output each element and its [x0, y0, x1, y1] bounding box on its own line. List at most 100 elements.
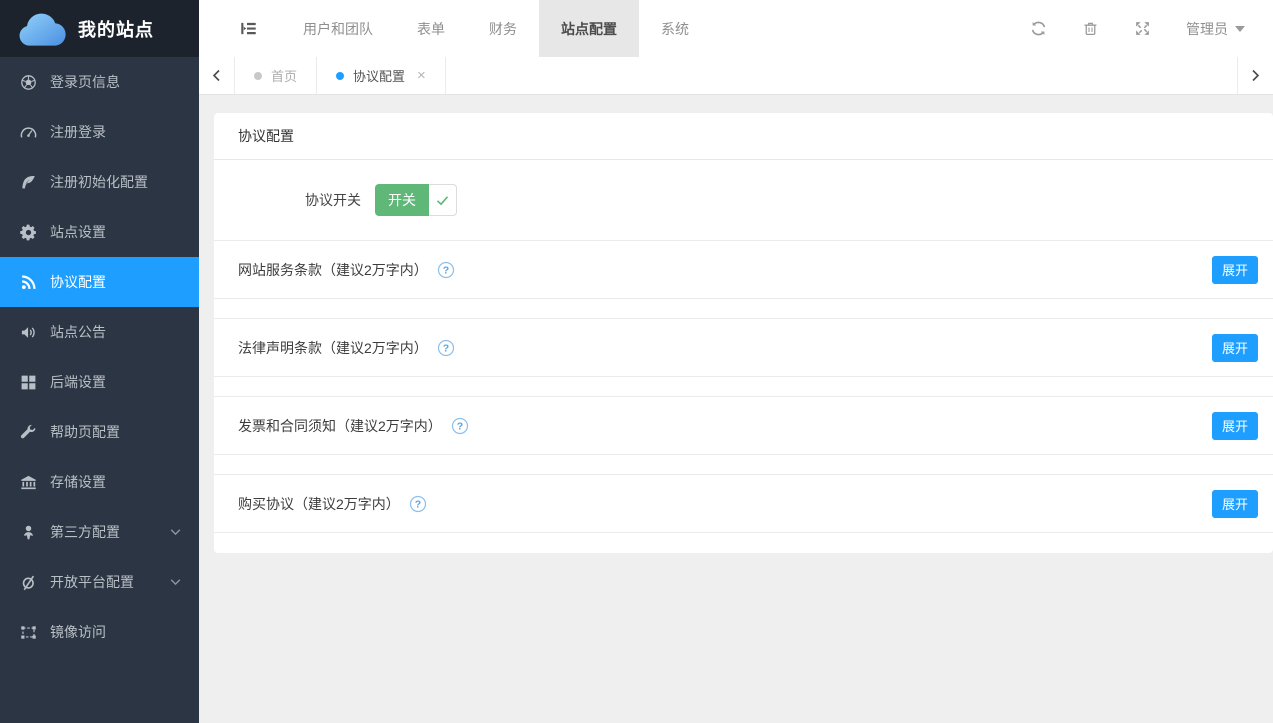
nav-item-label: 表单 [417, 19, 445, 39]
section-legal-statement: 法律声明条款（建议2万字内） ? 展开 [214, 319, 1273, 397]
sidebar-item-label: 注册初始化配置 [50, 172, 148, 192]
object-group-icon [20, 624, 37, 641]
collapsed-content [214, 377, 1273, 397]
sidebar-item-label: 协议配置 [50, 272, 106, 292]
svg-text:?: ? [415, 498, 421, 510]
tab-status-dot [254, 72, 262, 80]
card-title: 协议配置 [214, 113, 1273, 160]
sidebar-item-mirror-access[interactable]: 镜像访问 [0, 607, 199, 657]
sidebar-item-label: 存储设置 [50, 472, 106, 492]
section-row: 网站服务条款（建议2万字内） ? 展开 [214, 241, 1273, 299]
tab-label: 首页 [271, 66, 297, 85]
section-row: 购买协议（建议2万字内） ? 展开 [214, 475, 1273, 533]
user-name: 管理员 [1186, 19, 1228, 39]
refresh-icon[interactable] [1030, 20, 1047, 37]
svg-text:?: ? [443, 264, 449, 276]
tabs-scroll-left-button[interactable] [199, 57, 235, 94]
sidebar-item-label: 开放平台配置 [50, 572, 134, 592]
collapsed-content [214, 533, 1273, 553]
sidebar-item-label: 站点设置 [50, 222, 106, 242]
question-circle-icon[interactable]: ? [451, 417, 469, 435]
sidebar: 我的站点 登录页信息 [0, 0, 199, 723]
sidebar-item-help-page-config[interactable]: 帮助页配置 [0, 407, 199, 457]
protocol-switch-toggle[interactable]: 开关 [375, 184, 457, 216]
chevron-down-icon [170, 528, 181, 536]
sidebar-item-open-platform-config[interactable]: 开放平台配置 [0, 557, 199, 607]
collapsed-content [214, 299, 1273, 319]
switch-checked-box[interactable] [429, 184, 457, 216]
expand-button[interactable]: 展开 [1212, 412, 1258, 440]
sidebar-item-backend-settings[interactable]: 后端设置 [0, 357, 199, 407]
caret-down-icon [1235, 26, 1245, 32]
nav-item-label: 用户和团队 [303, 19, 373, 39]
expand-button[interactable]: 展开 [1212, 256, 1258, 284]
chevron-down-icon [170, 578, 181, 586]
sidebar-item-third-party-config[interactable]: 第三方配置 [0, 507, 199, 557]
question-circle-icon[interactable]: ? [409, 495, 427, 513]
protocol-switch-label: 协议开关 [214, 190, 361, 210]
wrench-icon [20, 424, 37, 441]
section-label: 购买协议（建议2万字内） [238, 494, 400, 514]
svg-text:?: ? [457, 420, 463, 432]
section-row: 法律声明条款（建议2万字内） ? 展开 [214, 319, 1273, 377]
question-circle-icon[interactable]: ? [437, 261, 455, 279]
sidebar-item-register-init-config[interactable]: 注册初始化配置 [0, 157, 199, 207]
sidebar-item-label: 注册登录 [50, 122, 106, 142]
sidebar-item-label: 站点公告 [50, 322, 106, 342]
tab-strip: 首页 协议配置 × [199, 57, 1273, 95]
nav-item-finance[interactable]: 财务 [467, 0, 539, 57]
bank-icon [20, 474, 37, 491]
tab-status-dot [336, 72, 344, 80]
sidebar-item-protocol-config[interactable]: 协议配置 [0, 257, 199, 307]
sidebar-item-site-announcement[interactable]: 站点公告 [0, 307, 199, 357]
nav-item-system[interactable]: 系统 [639, 0, 711, 57]
sidebar-item-label: 镜像访问 [50, 622, 106, 642]
app-root: 我的站点 登录页信息 [0, 0, 1273, 723]
sidebar-item-label: 帮助页配置 [50, 422, 120, 442]
section-label: 法律声明条款（建议2万字内） [238, 338, 428, 358]
rss-icon [20, 274, 37, 291]
nav-item-site-config[interactable]: 站点配置 [539, 0, 639, 57]
gear-icon [20, 224, 37, 241]
sidebar-item-label: 后端设置 [50, 372, 106, 392]
section-invoice-contract-notice: 发票和合同须知（建议2万字内） ? 展开 [214, 397, 1273, 475]
nav-item-label: 站点配置 [561, 19, 617, 39]
svg-text:?: ? [443, 342, 449, 354]
circle-slash-icon [20, 574, 37, 591]
sidebar-item-site-settings[interactable]: 站点设置 [0, 207, 199, 257]
nav-item-label: 系统 [661, 19, 689, 39]
content-area: 协议配置 协议开关 开关 网站服务条款（建议2万字内） [199, 95, 1273, 723]
close-icon[interactable]: × [417, 68, 426, 83]
top-bar: 用户和团队 表单 财务 站点配置 系统 [199, 0, 1273, 57]
nav-item-users-teams[interactable]: 用户和团队 [281, 0, 395, 57]
topbar-right: 管理员 [1030, 19, 1273, 39]
site-title: 我的站点 [78, 16, 154, 42]
nav-item-forms[interactable]: 表单 [395, 0, 467, 57]
tabs-scroll-right-button[interactable] [1237, 57, 1273, 94]
expand-button[interactable]: 展开 [1212, 334, 1258, 362]
tab-home[interactable]: 首页 [235, 57, 317, 94]
site-logo: 我的站点 [0, 0, 199, 57]
sidebar-item-storage-settings[interactable]: 存储设置 [0, 457, 199, 507]
sidebar-item-login-page-info[interactable]: 登录页信息 [0, 57, 199, 107]
cloud-logo-icon [16, 10, 68, 48]
speaker-icon [20, 324, 37, 341]
check-icon [436, 195, 449, 206]
section-label: 发票和合同须知（建议2万字内） [238, 416, 442, 436]
grid-icon [20, 374, 37, 391]
nav-item-label: 财务 [489, 19, 517, 39]
tab-protocol-config[interactable]: 协议配置 × [317, 57, 446, 94]
expand-button[interactable]: 展开 [1212, 490, 1258, 518]
switch-on-button[interactable]: 开关 [375, 184, 429, 216]
gauge-icon [20, 124, 37, 141]
user-menu[interactable]: 管理员 [1186, 19, 1245, 39]
section-website-terms: 网站服务条款（建议2万字内） ? 展开 [214, 241, 1273, 319]
football-icon [20, 74, 37, 91]
person-icon [20, 524, 37, 541]
question-circle-icon[interactable]: ? [437, 339, 455, 357]
fullscreen-icon[interactable] [1134, 20, 1151, 37]
trash-icon[interactable] [1082, 20, 1099, 37]
section-row: 发票和合同须知（建议2万字内） ? 展开 [214, 397, 1273, 455]
collapse-sidebar-icon[interactable] [240, 20, 257, 37]
sidebar-item-register-login[interactable]: 注册登录 [0, 107, 199, 157]
